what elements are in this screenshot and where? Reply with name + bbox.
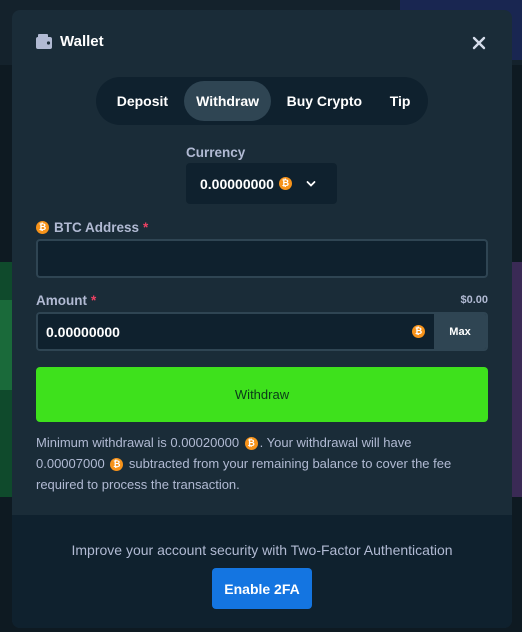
btc-icon: ₿ [110, 458, 124, 472]
currency-label: Currency [186, 145, 246, 160]
btc-icon: ₿ [412, 325, 425, 338]
currency-balance: 0.00000000 [200, 175, 274, 192]
amount-value: 0.00000000 [46, 323, 120, 340]
security-message: Improve your account security with Two-F… [71, 542, 453, 558]
amount-label: Amount * [36, 293, 96, 308]
wallet-tabs: Deposit Withdraw Buy Crypto Tip [96, 77, 428, 125]
required-mark: * [91, 293, 97, 308]
enable-2fa-button[interactable]: Enable 2FA [212, 568, 312, 609]
chevron-down-icon [306, 180, 316, 187]
tab-deposit[interactable]: Deposit [101, 81, 184, 121]
btc-address-label-text: BTC Address [54, 220, 140, 235]
close-button[interactable] [468, 32, 490, 54]
btc-address-input[interactable] [36, 239, 488, 278]
modal-header: Wallet [12, 10, 512, 74]
amount-label-text: Amount [36, 293, 87, 308]
tab-tip[interactable]: Tip [377, 81, 423, 121]
currency-select[interactable]: 0.00000000 ₿ [186, 163, 337, 204]
wallet-icon [36, 34, 52, 49]
amount-usd-value: $0.00 [460, 294, 488, 306]
amount-input[interactable]: 0.00000000 ₿ [38, 314, 434, 349]
amount-field-group: 0.00000000 ₿ Max [36, 312, 488, 351]
modal-title: Wallet [60, 33, 104, 50]
btc-address-label: ₿ BTC Address * [36, 220, 148, 235]
wallet-modal: Wallet Deposit Withdraw Buy Crypto Tip C… [12, 10, 512, 628]
max-button[interactable]: Max [434, 314, 486, 349]
tab-withdraw[interactable]: Withdraw [183, 81, 272, 121]
required-mark: * [143, 220, 149, 235]
info-text-min: Minimum withdrawal is 0.00020000 [36, 435, 240, 450]
withdrawal-info: Minimum withdrawal is 0.00020000 ₿. Your… [36, 432, 466, 495]
tab-buy-crypto[interactable]: Buy Crypto [271, 81, 377, 121]
close-icon [472, 36, 486, 50]
withdraw-button[interactable]: Withdraw [36, 367, 488, 422]
btc-icon: ₿ [278, 177, 292, 190]
btc-icon: ₿ [244, 437, 258, 451]
btc-icon: ₿ [36, 221, 49, 234]
security-footer: Improve your account security with Two-F… [12, 515, 512, 628]
